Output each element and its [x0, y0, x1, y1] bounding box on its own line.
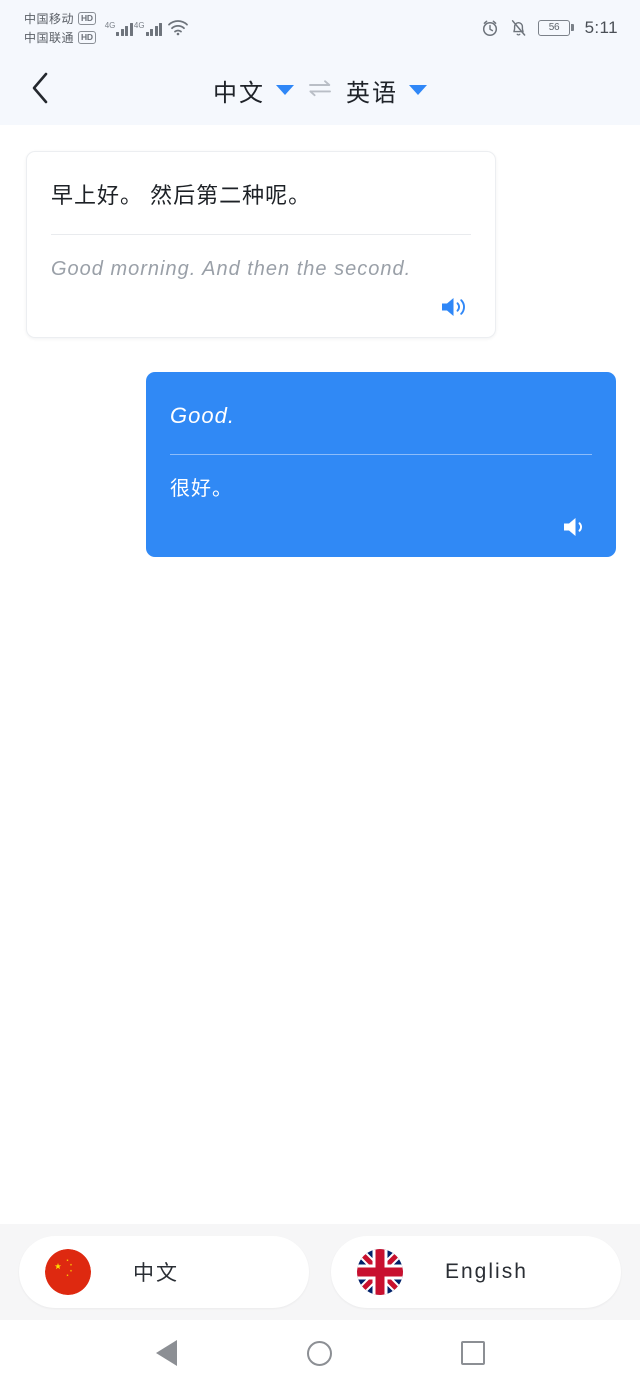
message-translation-text: Good morning. And then the second. — [51, 257, 412, 280]
carrier-row: 中国联通 HD — [24, 29, 96, 46]
china-flag-icon — [45, 1249, 91, 1295]
play-audio-button[interactable] — [437, 295, 471, 325]
signal-bars-icon — [116, 21, 133, 36]
carrier-row: 中国移动 HD — [24, 10, 96, 27]
speaker-icon — [560, 514, 590, 545]
target-language-label: 英语 — [346, 79, 398, 107]
android-home-button[interactable] — [297, 1330, 343, 1376]
battery-level-label: 56 — [548, 22, 560, 33]
android-navigation-bar — [0, 1320, 640, 1386]
speak-english-button[interactable]: English — [331, 1236, 621, 1308]
speak-english-label: English — [445, 1260, 528, 1283]
chevron-down-icon — [276, 85, 294, 95]
source-language-selector[interactable]: 中文 — [213, 73, 294, 108]
android-recents-button[interactable] — [450, 1330, 496, 1376]
carrier-name: 中国联通 — [24, 30, 75, 45]
message-translation-text: 很好。 — [170, 477, 233, 500]
android-back-icon — [156, 1340, 178, 1366]
language-input-bar: 中文 English — [0, 1224, 640, 1320]
carrier-name: 中国移动 — [24, 11, 75, 26]
battery-indicator: 56 — [538, 19, 574, 36]
conversation-area: 早上好。 然后第二种呢。 Good morning. And then the … — [0, 125, 640, 1224]
status-bar: 中国移动 HD 中国联通 HD 4G 4G 56 5:11 — [0, 0, 640, 55]
bubble-actions — [170, 515, 592, 545]
message-row: 早上好。 然后第二种呢。 Good morning. And then the … — [26, 151, 616, 338]
hd-badge: HD — [78, 11, 96, 25]
network-type-label: 4G — [104, 21, 116, 30]
network-type-label: 4G — [133, 21, 145, 30]
message-bubble-outgoing[interactable]: Good. 很好。 — [146, 371, 616, 557]
message-primary-text: 早上好。 然后第二种呢。 — [51, 183, 312, 208]
play-audio-button[interactable] — [558, 515, 592, 545]
speaker-icon — [439, 294, 469, 325]
target-language-selector[interactable]: 英语 — [346, 73, 427, 108]
language-switcher: 中文 英语 — [213, 73, 427, 108]
signal-indicator: 4G — [133, 21, 163, 36]
signal-indicator: 4G — [105, 21, 133, 36]
speak-chinese-button[interactable]: 中文 — [19, 1236, 309, 1308]
bubble-divider — [170, 453, 592, 455]
status-bar-right: 56 5:11 — [481, 18, 618, 38]
translator-app-screen: 中国移动 HD 中国联通 HD 4G 4G 56 5:11 中文 英语 早上好。… — [0, 0, 640, 1386]
android-back-button[interactable] — [144, 1330, 190, 1376]
bell-muted-icon — [510, 19, 527, 37]
app-header: 中文 英语 — [0, 55, 640, 125]
alarm-icon — [481, 19, 499, 37]
android-recents-icon — [461, 1341, 486, 1365]
hd-badge: HD — [78, 30, 96, 44]
carrier-list: 中国移动 HD 中国联通 HD — [24, 10, 96, 46]
back-button[interactable] — [18, 68, 62, 112]
swap-languages-button[interactable] — [307, 78, 333, 103]
chevron-down-icon — [409, 85, 427, 95]
bubble-actions — [51, 295, 471, 325]
message-row: Good. 很好。 — [26, 371, 616, 557]
message-primary-text: Good. — [170, 402, 235, 428]
signal-bars-icon — [145, 21, 163, 36]
speak-chinese-label: 中文 — [133, 1262, 179, 1285]
wifi-icon — [167, 19, 189, 36]
bubble-divider — [51, 233, 471, 235]
uk-flag-icon — [357, 1249, 403, 1295]
status-bar-left: 中国移动 HD 中国联通 HD 4G 4G — [24, 10, 189, 46]
swap-arrows-icon — [307, 78, 333, 103]
message-bubble-incoming[interactable]: 早上好。 然后第二种呢。 Good morning. And then the … — [26, 151, 496, 338]
source-language-label: 中文 — [213, 79, 265, 107]
signal-group: 4G 4G — [105, 19, 189, 36]
android-home-icon — [307, 1340, 333, 1366]
back-chevron-icon — [29, 71, 51, 110]
status-bar-clock: 5:11 — [584, 17, 618, 37]
